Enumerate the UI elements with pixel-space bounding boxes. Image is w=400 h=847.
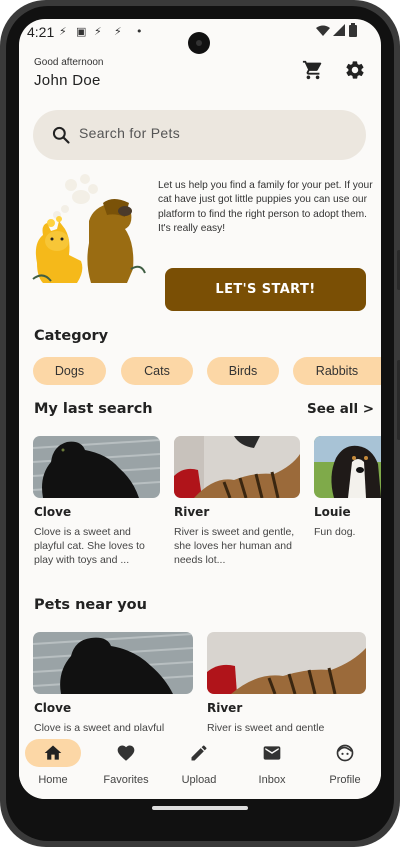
nav-label: Favorites	[103, 774, 149, 786]
pet-name: Clove	[34, 701, 72, 715]
lets-start-button[interactable]: LET'S START!	[165, 268, 366, 311]
nav-profile[interactable]: Profile	[309, 731, 381, 799]
pet-photo-louie[interactable]	[314, 436, 381, 498]
front-camera	[188, 32, 210, 54]
pet-description: Clove is a sweet and playful cat. She lo…	[34, 526, 145, 566]
greeting-text: Good afternoon	[34, 57, 104, 68]
pet-description: River is sweet and gentle	[207, 722, 325, 731]
see-all-link[interactable]: See all >	[307, 401, 374, 417]
last-search-title: My last search	[34, 401, 153, 417]
notification-icon: ▣	[76, 25, 87, 38]
notification-icon: ⚡	[94, 25, 102, 38]
pet-name: Clove	[34, 505, 72, 519]
phone-frame: 4:21 ⚡ ▣ ⚡ ⚡ • Good afternoon John Doe S…	[0, 0, 400, 847]
cart-icon[interactable]	[302, 59, 324, 81]
search-icon	[52, 126, 70, 144]
pencil-icon	[191, 745, 207, 761]
category-title: Category	[34, 328, 109, 344]
chip-cats[interactable]: Cats	[121, 357, 193, 385]
gesture-bar[interactable]	[152, 806, 248, 810]
chip-dogs[interactable]: Dogs	[33, 357, 106, 385]
bottom-navigation: Home Favorites Upload Inbox Profile	[19, 731, 381, 799]
heart-icon	[117, 745, 135, 761]
pet-name: Louie	[314, 505, 351, 519]
nav-favorites[interactable]: Favorites	[90, 731, 162, 799]
pet-description: Fun dog.	[314, 526, 356, 538]
pet-photo-river[interactable]	[174, 436, 300, 498]
chip-rabbits[interactable]: Rabbits	[293, 357, 381, 385]
pet-photo-clove[interactable]	[33, 632, 193, 694]
pet-photo-river[interactable]	[207, 632, 366, 694]
pet-name: River	[207, 701, 243, 715]
search-placeholder: Search for Pets	[79, 125, 180, 141]
gear-icon[interactable]	[344, 59, 366, 81]
nav-label: Profile	[329, 774, 361, 786]
face-icon	[336, 744, 354, 762]
nav-label: Upload	[181, 774, 217, 786]
dot-icon: •	[136, 25, 143, 38]
nav-home[interactable]: Home	[19, 731, 89, 799]
nav-upload[interactable]: Upload	[163, 731, 235, 799]
notification-icon: ⚡	[114, 25, 122, 38]
wifi-icon	[316, 25, 330, 36]
notification-icon: ⚡	[59, 25, 67, 38]
battery-icon	[349, 23, 357, 37]
user-name: John Doe	[34, 72, 101, 89]
mail-icon	[263, 746, 281, 760]
pet-name: River	[174, 505, 210, 519]
nav-inbox[interactable]: Inbox	[236, 731, 308, 799]
pet-description: Clove is a sweet and playful	[34, 722, 165, 731]
pet-description: River is sweet and gentle, she loves her…	[174, 526, 295, 566]
app-screen: 4:21 ⚡ ▣ ⚡ ⚡ • Good afternoon John Doe S…	[19, 19, 381, 799]
nav-label: Home	[38, 774, 68, 786]
nav-label: Inbox	[258, 774, 286, 786]
search-input[interactable]: Search for Pets	[33, 110, 366, 160]
chip-birds[interactable]: Birds	[207, 357, 279, 385]
signal-icon	[333, 24, 345, 36]
hero-description: Let us help you find a family for your p…	[158, 180, 373, 235]
status-time: 4:21	[27, 24, 55, 40]
pets-near-you-title: Pets near you	[34, 597, 147, 613]
home-icon	[44, 745, 62, 760]
pets-illustration	[32, 174, 146, 283]
pet-photo-clove[interactable]	[33, 436, 160, 498]
